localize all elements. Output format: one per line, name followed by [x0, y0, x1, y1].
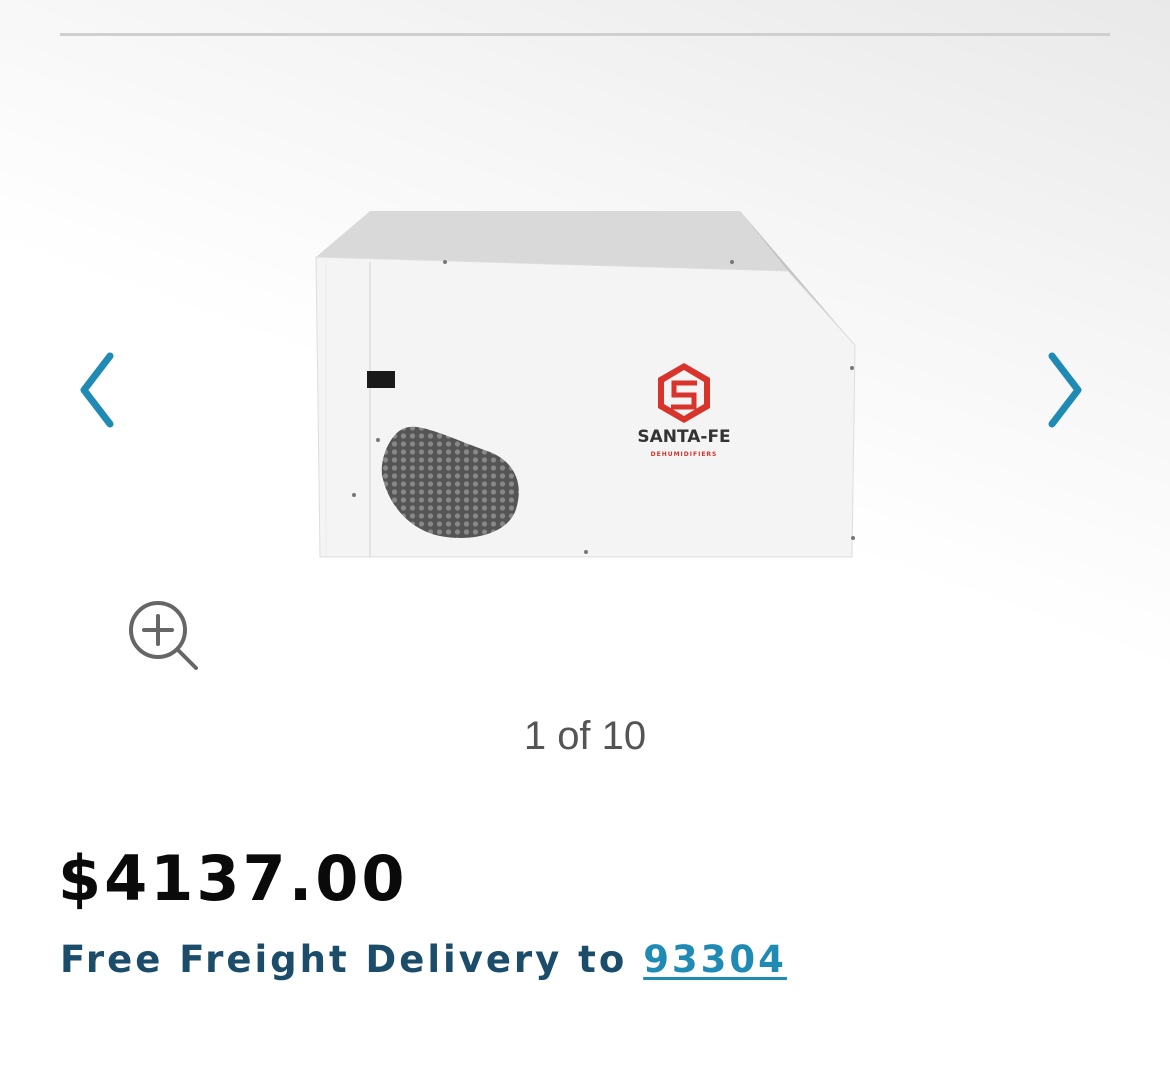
- previous-image-button[interactable]: [66, 350, 126, 430]
- product-price: $4137.00: [58, 842, 408, 915]
- zoom-button[interactable]: [124, 598, 204, 674]
- product-page: SANTA-FE DEHUMIDIFIERS 1 of 10 $4137.00 …: [0, 0, 1170, 1073]
- delivery-label: Free Freight Delivery to: [60, 938, 628, 981]
- image-counter: 1 of 10: [523, 714, 647, 758]
- chevron-right-icon: [1048, 352, 1082, 428]
- top-divider: [60, 33, 1110, 36]
- brand-logo-text: SANTA-FE: [637, 427, 730, 447]
- zoom-in-icon: [129, 601, 198, 670]
- delivery-zip-link[interactable]: 93304: [643, 938, 787, 981]
- product-image[interactable]: SANTA-FE DEHUMIDIFIERS: [300, 200, 870, 570]
- next-image-button[interactable]: [1036, 350, 1096, 430]
- brand-logo-subtext: DEHUMIDIFIERS: [651, 451, 718, 458]
- chevron-left-icon: [80, 352, 114, 428]
- delivery-info: Free Freight Delivery to 93304: [60, 938, 787, 981]
